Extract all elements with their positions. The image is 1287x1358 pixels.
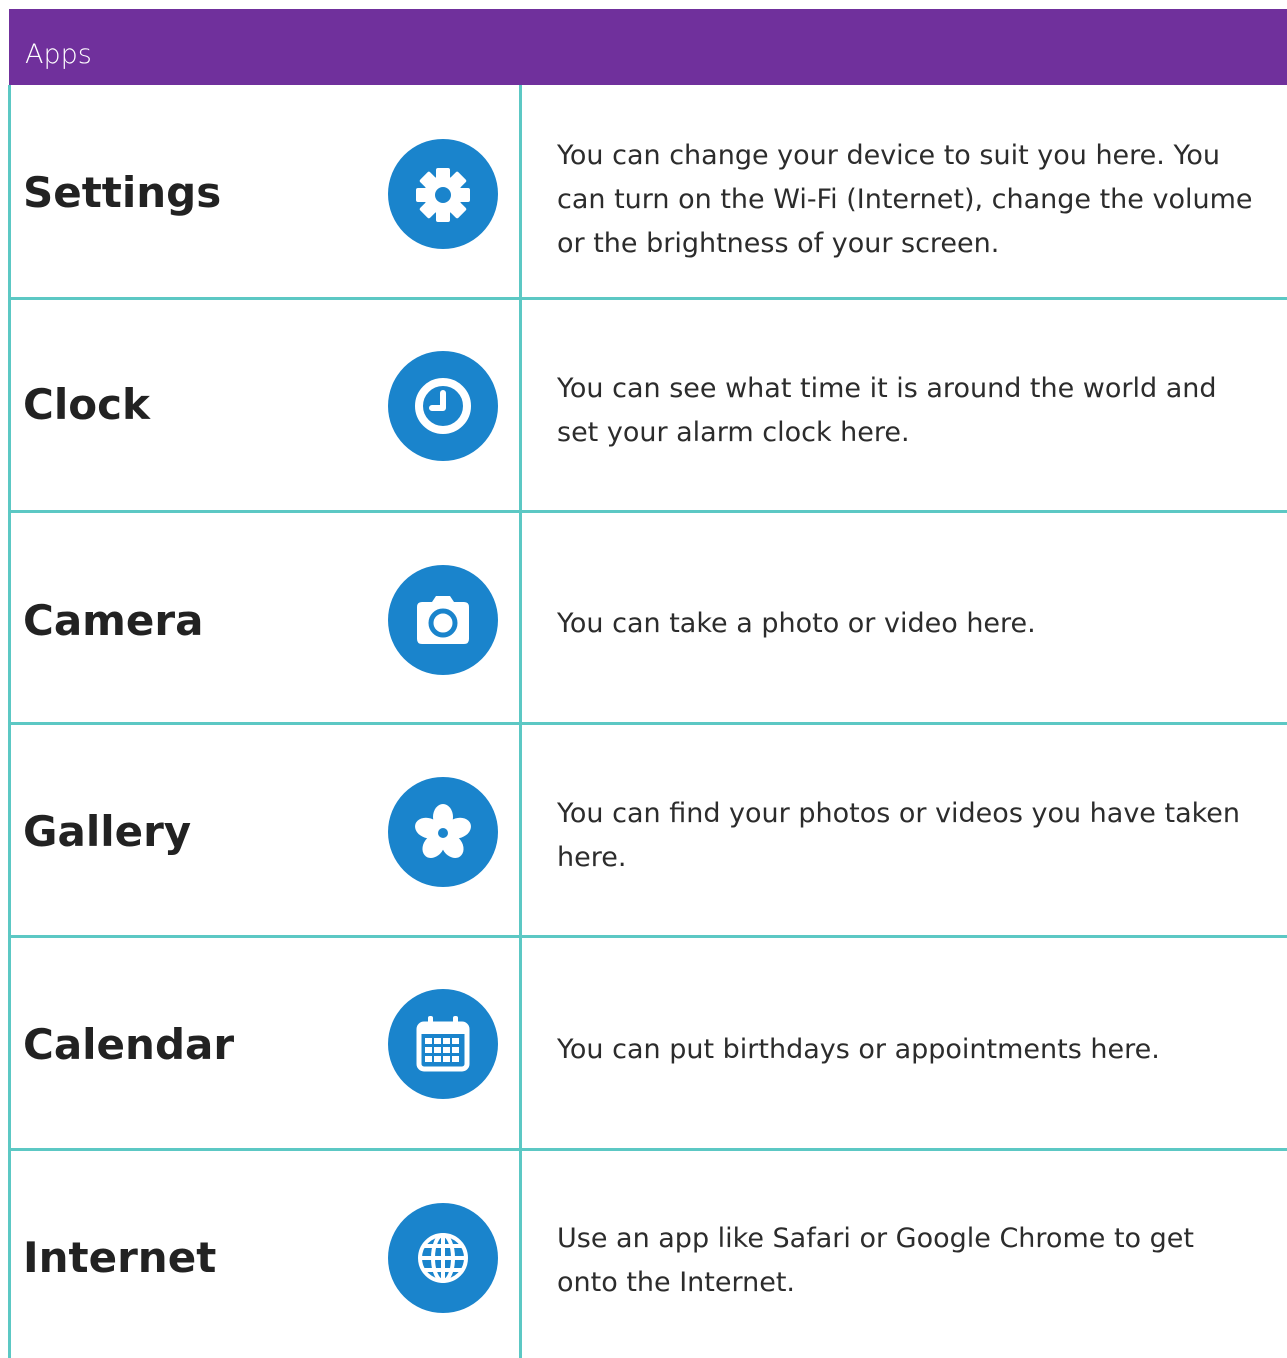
- table-row: Camera You can take a photo or video her…: [9, 513, 1287, 722]
- gear-icon: [388, 139, 498, 249]
- table-header: Apps: [9, 9, 1287, 85]
- table-row: Internet Use an app like Safari or Googl…: [9, 1151, 1287, 1358]
- app-description: You can find your photos or videos you h…: [557, 798, 1241, 873]
- app-description: You can take a photo or video here.: [557, 608, 1036, 639]
- table-row: Settings You can change your device to s…: [9, 85, 1287, 297]
- app-description: You can see what time it is around the w…: [557, 373, 1217, 448]
- app-name: Gallery: [23, 807, 192, 856]
- app-description: Use an app like Safari or Google Chrome …: [557, 1223, 1194, 1298]
- app-description: You can change your device to suit you h…: [557, 140, 1253, 259]
- table-row: Calendar You can put birthdays or appoin…: [9, 938, 1287, 1148]
- camera-icon: [388, 565, 498, 675]
- calendar-icon: [388, 989, 498, 1099]
- app-name: Settings: [23, 168, 222, 217]
- clock-icon: [388, 351, 498, 461]
- table-row: Gallery You can find your photos or vide…: [9, 725, 1287, 935]
- app-name: Internet: [23, 1233, 217, 1282]
- app-name: Clock: [23, 380, 150, 429]
- table-row: Clock You can see what time it is around…: [9, 300, 1287, 510]
- app-name: Calendar: [23, 1020, 235, 1069]
- app-name: Camera: [23, 596, 204, 645]
- app-description: You can put birthdays or appointments he…: [557, 1034, 1160, 1065]
- globe-icon: [388, 1203, 498, 1313]
- header-title: Apps: [25, 39, 92, 70]
- flower-icon: [388, 777, 498, 887]
